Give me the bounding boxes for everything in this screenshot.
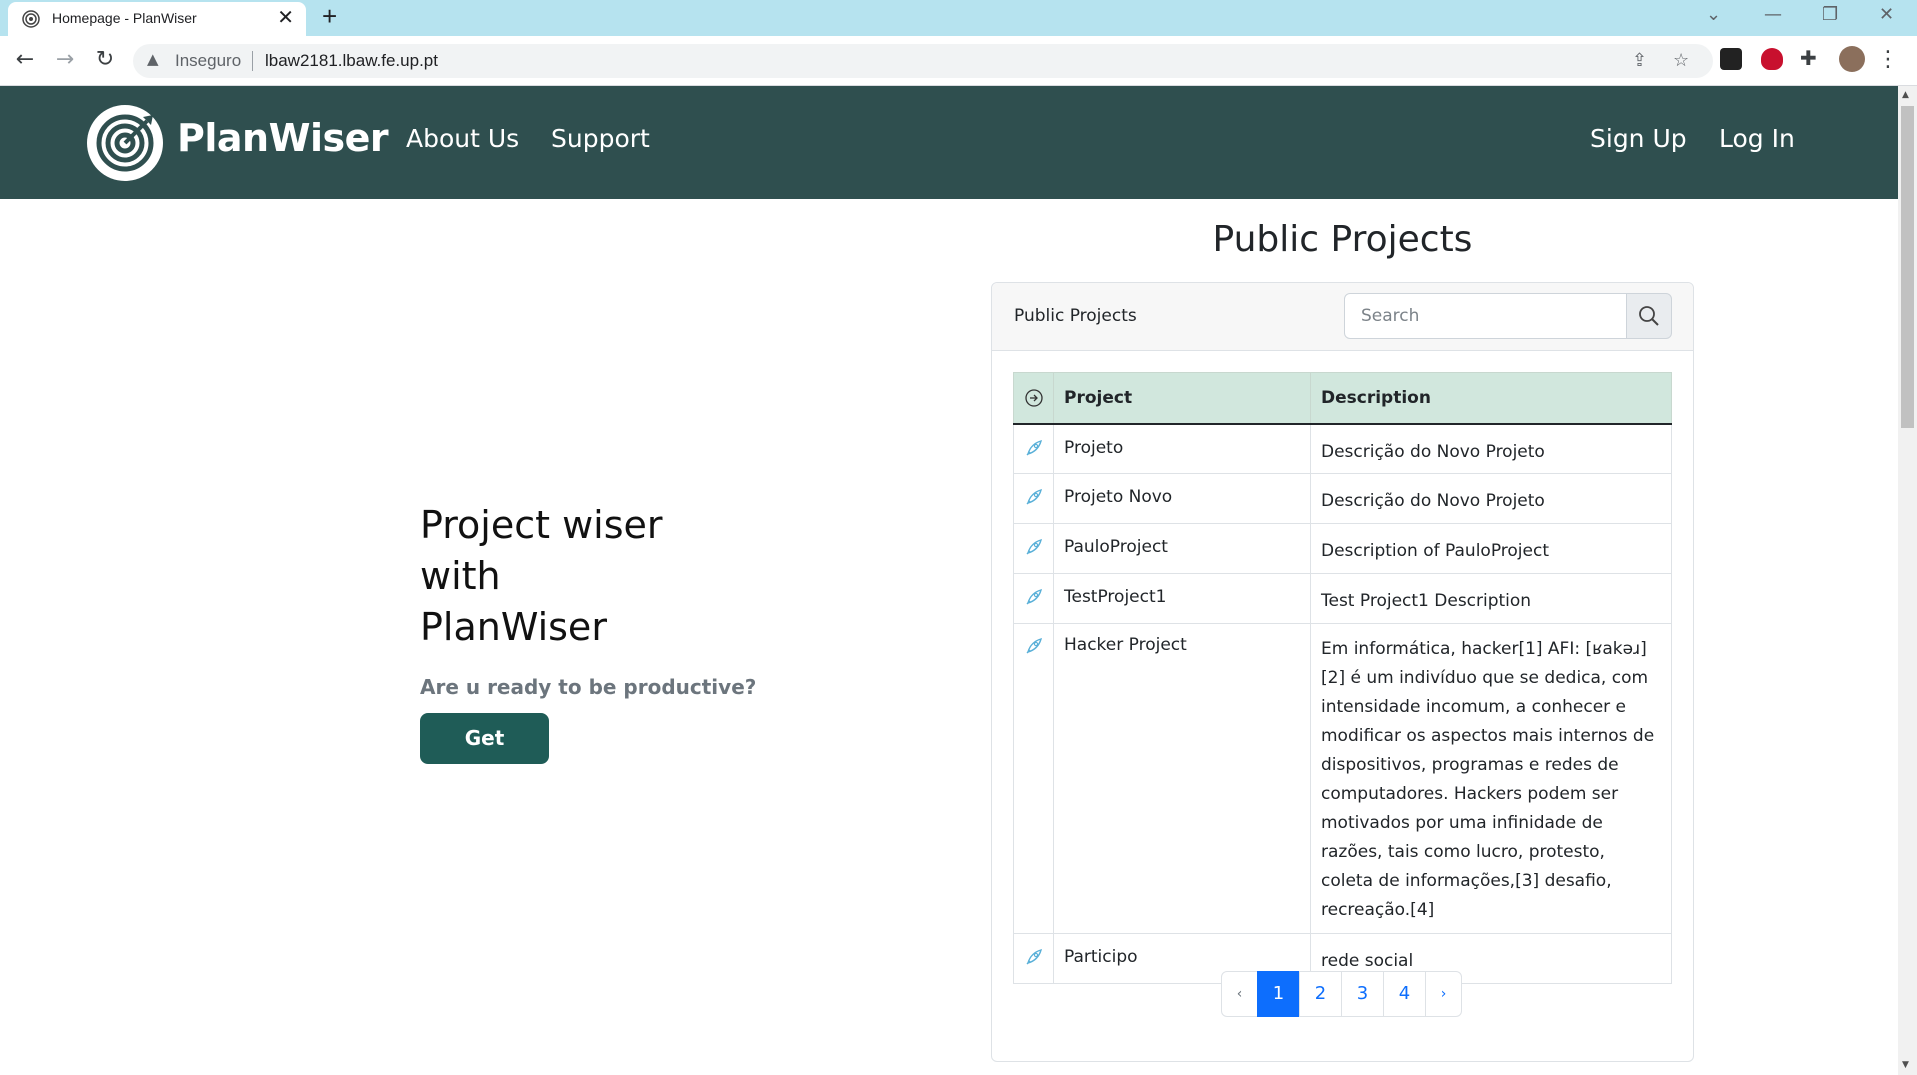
public-projects-card: Public Projects Search Project Descripti…: [991, 282, 1694, 1062]
address-bar[interactable]: ▲ Inseguro lbaw2181.lbaw.fe.up.pt ⇪ ☆: [133, 44, 1713, 78]
search-input[interactable]: [1344, 293, 1627, 339]
browser-tabbar: Homepage - PlanWiser ✕ + ⌄ — ❐ ✕: [0, 0, 1917, 36]
rocket-icon: [1026, 948, 1042, 965]
tab-search-icon[interactable]: ⌄: [1706, 4, 1721, 25]
site-navbar: PlanWiser About Us Support Sign Up Log I…: [0, 86, 1898, 199]
scroll-down-icon[interactable]: ▼: [1902, 1060, 1909, 1070]
hero-title-line: Project wiser: [420, 503, 663, 547]
project-name-cell[interactable]: Hacker Project: [1053, 623, 1311, 934]
tab-title: Homepage - PlanWiser: [52, 10, 197, 26]
project-name-cell[interactable]: TestProject1: [1053, 573, 1311, 624]
back-icon[interactable]: ←: [11, 46, 39, 74]
row-icon-cell: [1013, 523, 1054, 574]
table-row[interactable]: Projeto Descrição do Novo Projeto: [1013, 423, 1672, 474]
share-icon[interactable]: ⇪: [1632, 50, 1647, 71]
project-name-cell[interactable]: PauloProject: [1053, 523, 1311, 574]
close-window-icon[interactable]: ✕: [1879, 4, 1894, 25]
row-icon-cell: [1013, 933, 1054, 984]
page-viewport: PlanWiser About Us Support Sign Up Log I…: [0, 86, 1898, 1075]
warning-icon: ▲: [147, 50, 159, 68]
reload-icon[interactable]: ↻: [91, 46, 119, 74]
project-name-cell[interactable]: Projeto: [1053, 423, 1311, 474]
row-icon-cell: [1013, 423, 1054, 474]
row-icon-cell: [1013, 623, 1054, 934]
table-row[interactable]: TestProject1 Test Project1 Description: [1013, 573, 1672, 624]
rocket-icon: [1026, 588, 1042, 605]
target-logo-icon: [96, 114, 154, 172]
row-icon-cell: [1013, 573, 1054, 624]
target-favicon-icon: [22, 10, 40, 28]
project-description-cell: Description of PauloProject: [1310, 523, 1672, 574]
restore-icon[interactable]: ❐: [1822, 4, 1838, 25]
column-header-description[interactable]: Description: [1310, 372, 1672, 425]
table-row[interactable]: Projeto Novo Descrição do Novo Projeto: [1013, 473, 1672, 524]
project-description-cell: Descrição do Novo Projeto: [1310, 423, 1672, 474]
address-separator: [252, 51, 253, 71]
table-row[interactable]: Hacker Project Em informática, hacker[1] …: [1013, 623, 1672, 934]
hero-subtitle: Are u ready to be productive?: [420, 675, 757, 699]
rocket-icon: [1026, 538, 1042, 555]
pagination-page-3[interactable]: 3: [1341, 971, 1384, 1017]
pagination-page-1[interactable]: 1: [1257, 971, 1300, 1017]
nav-support[interactable]: Support: [551, 124, 650, 153]
project-name-cell[interactable]: Projeto Novo: [1053, 473, 1311, 524]
menu-kebab-icon[interactable]: ⋮: [1877, 46, 1899, 74]
browser-tab[interactable]: Homepage - PlanWiser ✕: [8, 2, 306, 36]
brand-name[interactable]: PlanWiser: [177, 116, 389, 160]
pagination-page-2[interactable]: 2: [1299, 971, 1342, 1017]
new-tab-button[interactable]: +: [322, 1, 337, 32]
tab-close-icon[interactable]: ✕: [277, 7, 294, 29]
card-title: Public Projects: [1014, 306, 1137, 326]
browser-toolbar: ← → ↻ ▲ Inseguro lbaw2181.lbaw.fe.up.pt …: [0, 36, 1917, 86]
extensions-puzzle-icon[interactable]: ✚: [1800, 46, 1822, 70]
arrow-circle-right-icon: [1024, 389, 1043, 407]
column-header-project[interactable]: Project: [1053, 372, 1311, 425]
pagination: ‹ 1 2 3 4 ›: [1221, 971, 1462, 1017]
public-projects-heading: Public Projects: [1212, 219, 1473, 260]
hero-title-line: PlanWiser: [420, 605, 607, 649]
page-scrollbar[interactable]: ▲ ▼: [1898, 86, 1917, 1075]
extension-icon[interactable]: [1720, 48, 1742, 70]
rocket-icon: [1026, 488, 1042, 505]
nav-log-in[interactable]: Log In: [1719, 124, 1795, 153]
get-started-button[interactable]: Get Started: [420, 713, 549, 801]
nav-sign-up[interactable]: Sign Up: [1590, 124, 1687, 153]
ublock-shield-icon[interactable]: [1761, 48, 1783, 70]
forward-icon[interactable]: →: [51, 46, 79, 74]
logo[interactable]: [87, 105, 163, 181]
url-text[interactable]: lbaw2181.lbaw.fe.up.pt: [265, 51, 438, 71]
card-header: Public Projects: [992, 283, 1693, 351]
rocket-icon: [1026, 439, 1042, 455]
hero-title: Project wiser with PlanWiser: [420, 500, 720, 653]
project-description-cell: Descrição do Novo Projeto: [1310, 473, 1672, 524]
bookmark-star-icon[interactable]: ☆: [1673, 50, 1689, 71]
pagination-next[interactable]: ›: [1425, 971, 1462, 1017]
pagination-prev[interactable]: ‹: [1221, 971, 1258, 1017]
scroll-up-icon[interactable]: ▲: [1902, 90, 1909, 100]
minimize-icon[interactable]: —: [1764, 4, 1782, 25]
pagination-page-4[interactable]: 4: [1383, 971, 1426, 1017]
rocket-icon: [1026, 637, 1042, 654]
profile-avatar[interactable]: [1839, 46, 1865, 72]
row-icon-cell: [1013, 473, 1054, 524]
search-button[interactable]: [1626, 293, 1672, 339]
insecure-label: Inseguro: [175, 51, 242, 70]
project-description-cell: Em informática, hacker[1] AFI: [ʁakəɹ][2…: [1310, 623, 1672, 934]
scrollbar-thumb[interactable]: [1901, 106, 1914, 428]
project-description-cell: Test Project1 Description: [1310, 573, 1672, 624]
hero-title-line: with: [420, 554, 501, 598]
table-header-row: Project Description: [1013, 372, 1672, 425]
header-icon-cell: [1013, 372, 1054, 425]
projects-table: Project Description Projeto Descrição do …: [1013, 372, 1672, 984]
table-row[interactable]: PauloProject Description of PauloProject: [1013, 523, 1672, 574]
nav-about-us[interactable]: About Us: [406, 124, 519, 153]
search-icon: [1639, 306, 1659, 326]
